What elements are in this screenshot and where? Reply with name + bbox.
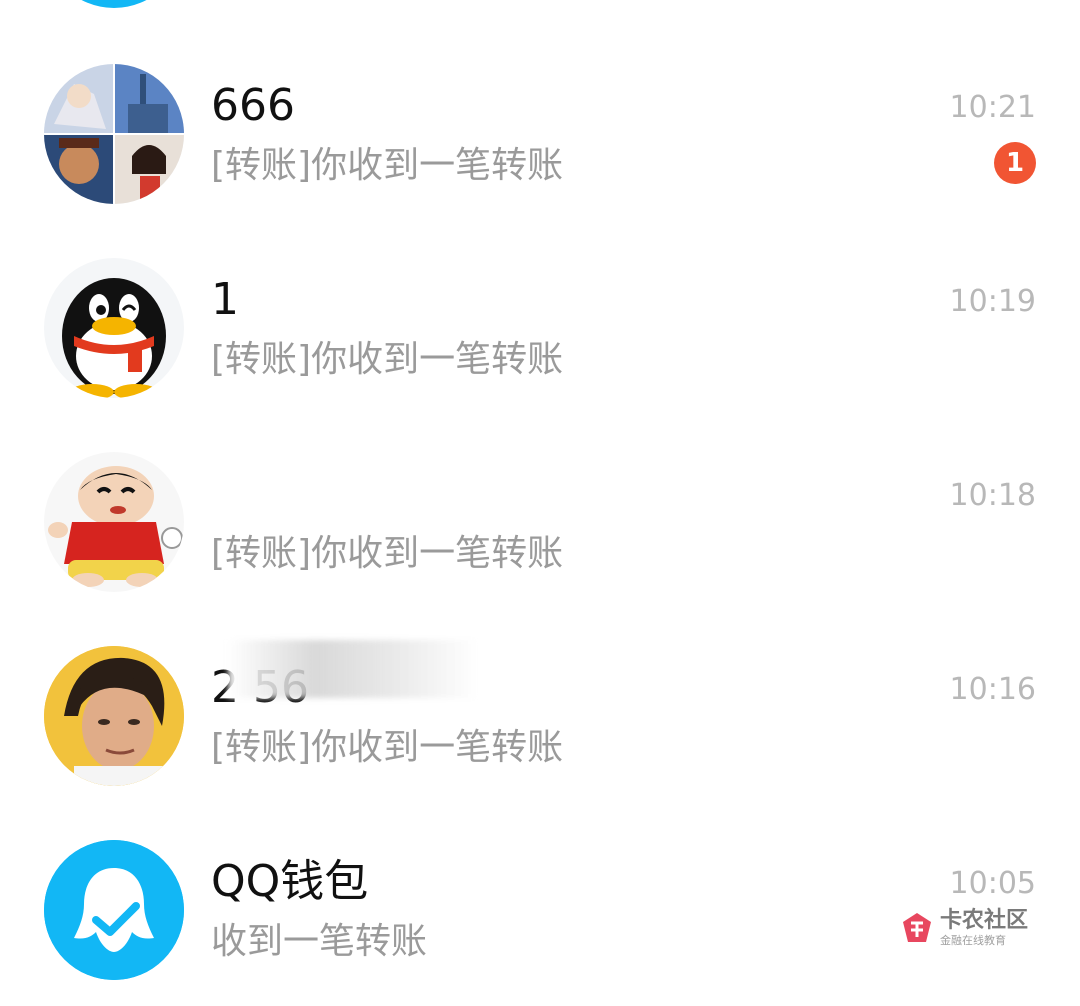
qq-penguin-avatar[interactable] — [44, 258, 184, 398]
message-preview: [转账]你收到一笔转账 — [211, 145, 564, 186]
message-time: 10:16 — [949, 672, 1036, 707]
conversation-item[interactable]: [转账]你收到一笔转账 10:18 — [0, 424, 1080, 618]
man-photo-avatar[interactable] — [44, 646, 184, 786]
conversation-item[interactable]: 666 [转账]你收到一笔转账 10:21 1 — [0, 36, 1080, 230]
message-time: 10:18 — [949, 478, 1036, 513]
conversation-item[interactable]: 1 [转账]你收到一笔转账 10:19 — [0, 230, 1080, 424]
message-preview: [转账]你收到一笔转账 — [211, 533, 564, 574]
conversation-list: 666 [转账]你收到一笔转账 10:21 1 1 [转账]你收到一笔转账 10… — [0, 0, 1080, 1002]
cartoon-boy-avatar[interactable] — [44, 452, 184, 592]
watermark: 卡农社区 金融在线教育 — [900, 910, 1028, 946]
message-preview: [转账]你收到一笔转账 — [211, 727, 564, 768]
message-preview: [转账]你收到一笔转账 — [211, 339, 564, 380]
conversation-name: 1 — [211, 274, 239, 325]
message-preview: 收到一笔转账 — [211, 921, 428, 962]
conversation-name: 666 — [211, 80, 295, 131]
qq-wallet-avatar[interactable] — [44, 840, 184, 980]
conversation-item[interactable]: QQ钱包 收到一笔转账 10:05 — [0, 812, 1080, 1006]
group-avatar-collage[interactable] — [44, 64, 184, 204]
watermark-title: 卡农社区 — [940, 908, 1029, 933]
message-time: 10:05 — [949, 866, 1036, 901]
message-time: 10:21 — [949, 90, 1036, 125]
conversation-name: QQ钱包 — [211, 856, 369, 907]
watermark-subtitle: 金融在线教育 — [940, 934, 1006, 947]
message-time: 10:19 — [949, 284, 1036, 319]
unread-badge: 1 — [994, 142, 1036, 184]
privacy-blur-mask — [228, 640, 478, 698]
conversation-item[interactable]: 2 56 [转账]你收到一笔转账 10:16 — [0, 618, 1080, 812]
kanong-logo-icon — [903, 913, 931, 942]
